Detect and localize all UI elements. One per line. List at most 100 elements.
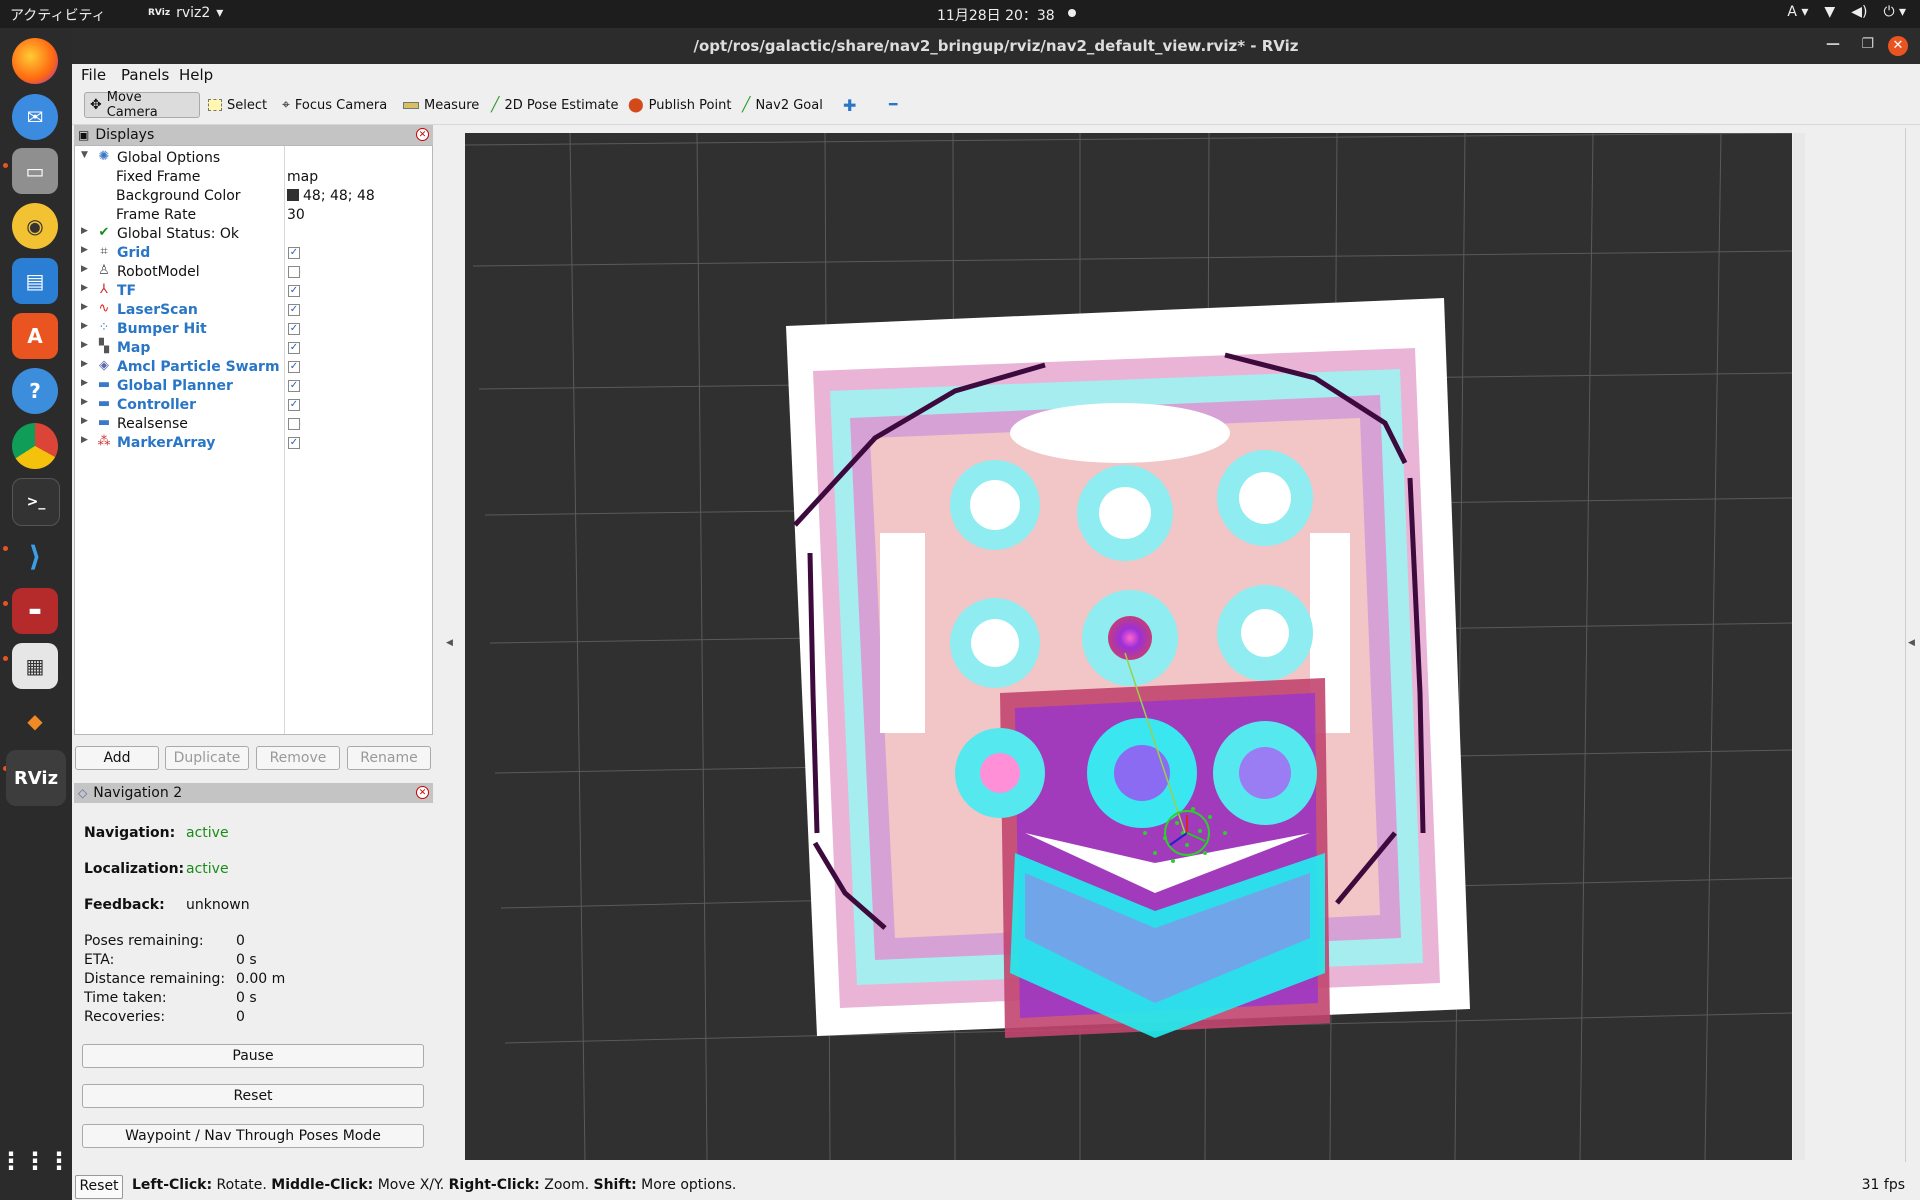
activities-button[interactable]: アクティビティ [10,5,106,25]
tree-row-grid[interactable]: ▶ ⌗ Grid ✓ [75,244,432,263]
tree-row-bumper-hit[interactable]: ▶ ⁘ Bumper Hit ✓ [75,320,432,339]
pause-button[interactable]: Pause [82,1044,424,1068]
writer-icon[interactable]: ▤ [12,258,58,304]
wifi-icon: ▼ [1824,4,1836,20]
render-viewport[interactable] [465,133,1792,1160]
navigation-close-icon[interactable]: ✕ [416,786,429,799]
amcl-particle-swarm-checkbox[interactable]: ✓ [288,361,300,373]
pose-estimate-tool[interactable]: ╱ 2D Pose Estimate [486,92,624,118]
tree-row-realsense[interactable]: ▶ ▬ Realsense [75,415,432,434]
measure-tool[interactable]: Measure [398,92,484,118]
tree-row-tf[interactable]: ▶ ⅄ TF ✓ [75,282,432,301]
localization-status: active [186,861,229,877]
tree-row-map[interactable]: ▶ ▚ Map ✓ [75,339,432,358]
left-dock-splitter[interactable]: ◀ [438,128,464,1162]
app-menu[interactable]: RViz rviz2 ▾ [148,5,223,21]
rename-display-button[interactable]: Rename [347,746,431,770]
tree-row-robotmodel[interactable]: ▶ ♙ RobotModel [75,263,432,282]
add-display-button[interactable]: Add [75,746,159,770]
laserscan-checkbox[interactable]: ✓ [288,304,300,316]
vscode-icon[interactable]: ⟩ [12,533,58,579]
map-checkbox[interactable]: ✓ [288,342,300,354]
focus-camera-tool[interactable]: ⌖ Focus Camera [277,92,392,118]
nav2-goal-tool[interactable]: ╱ Nav2 Goal [737,92,828,118]
chrome-icon[interactable] [12,423,58,469]
tree-row-global-planner[interactable]: ▶ ▬ Global Planner ✓ [75,377,432,396]
green-arrow-icon: ╱ [491,97,500,113]
distance-remaining-label: Distance remaining: [84,971,226,987]
add-tool-button[interactable]: ✚ [838,92,861,118]
viewport-scrollbar[interactable] [1793,133,1805,1160]
scene-view[interactable] [465,133,1792,1160]
tree-row-global-options[interactable]: ▼ ✺ Global Options [75,149,432,168]
duplicate-display-button[interactable]: Duplicate [165,746,249,770]
text-viewer-icon[interactable]: ▦ [12,643,58,689]
nav-reset-button[interactable]: Reset [82,1084,424,1108]
files-icon[interactable]: ▭ [12,148,58,194]
rviz-logo-icon: RViz [148,8,171,18]
global-planner-checkbox[interactable]: ✓ [288,380,300,392]
rhythmbox-icon[interactable]: ◉ [12,203,58,249]
remove-display-button[interactable]: Remove [256,746,340,770]
help-icon[interactable]: ? [12,368,58,414]
displays-close-icon[interactable]: ✕ [416,128,429,141]
thunderbird-icon[interactable]: ✉ [12,94,58,140]
tree-row-fixed-frame[interactable]: Fixed Frame map [75,168,432,187]
clock[interactable]: 11月28日 20：38 [937,5,1055,25]
robotmodel-checkbox[interactable] [288,266,300,278]
navigation-panel-header: ◇ Navigation 2 ✕ [74,783,433,803]
software-icon[interactable]: A [12,313,58,359]
tree-row-controller[interactable]: ▶ ▬ Controller ✓ [75,396,432,415]
checkmark-icon: ✔ [98,225,110,240]
tree-row-background-color[interactable]: Background Color 48; 48; 48 [75,187,432,206]
displays-tree[interactable]: ▼ ✺ Global Options Fixed Frame map Backg… [74,145,433,735]
map-pin-icon: ⬤ [628,97,644,113]
input-method-indicator[interactable]: A ▾ [1787,4,1808,20]
menu-panels[interactable]: Panels [121,66,169,84]
recoveries-label: Recoveries: [84,1009,166,1025]
eta-value: 0 s [236,952,257,968]
tree-row-amcl-particle-swarm[interactable]: ▶ ◈ Amcl Particle Swarm ✓ [75,358,432,377]
robot-icon: ♙ [98,263,110,278]
menu-help[interactable]: Help [179,66,213,84]
close-icon[interactable]: ✕ [1888,36,1908,56]
firefox-icon[interactable] [12,38,58,84]
right-dock-splitter[interactable]: ◀ [1905,128,1920,1162]
volume-icon: ◀) [1851,4,1868,20]
menu-file[interactable]: File [81,66,106,84]
terminator-icon[interactable]: ▬ [12,588,58,634]
grid-checkbox[interactable]: ✓ [288,247,300,259]
remove-tool-button[interactable]: ━ [884,92,902,118]
system-tray[interactable]: A ▾ ▼ ◀) ⏻ ▾ [1787,4,1906,20]
collapse-right-icon[interactable]: ◀ [1908,638,1915,648]
bumper-hit-checkbox[interactable]: ✓ [288,323,300,335]
maximize-icon[interactable]: ❐ [1861,36,1874,52]
tree-row-global-status[interactable]: ▶ ✔ Global Status: Ok [75,225,432,244]
blender-like-icon[interactable]: ◆ [12,698,58,744]
tree-row-markerarray[interactable]: ▶ ⁂ MarkerArray ✓ [75,434,432,453]
tree-row-laserscan[interactable]: ▶ ∿ LaserScan ✓ [75,301,432,320]
displays-panel-header: ▣ Displays ✕ [74,125,433,145]
feedback-label: Feedback: [84,897,165,913]
dock: ✉ ▭ ◉ ▤ A ? >_ ⟩ ▬ ▦ ◆ RViz ⋮⋮⋮ [0,28,72,1200]
terminal-icon[interactable]: >_ [12,478,60,526]
tf-checkbox[interactable]: ✓ [288,285,300,297]
markerarray-checkbox[interactable]: ✓ [288,437,300,449]
running-indicator [3,163,8,168]
rviz-dock-icon[interactable]: RViz [6,750,66,806]
tree-row-frame-rate[interactable]: Frame Rate 30 [75,206,432,225]
controller-checkbox[interactable]: ✓ [288,399,300,411]
realsense-checkbox[interactable] [288,418,300,430]
minimize-icon[interactable]: — [1826,36,1840,52]
select-tool[interactable]: Select [203,92,272,118]
expanded-arrow-icon[interactable]: ▼ [81,150,88,160]
localization-label: Localization: [84,861,185,877]
move-camera-tool[interactable]: ✥ Move Camera [84,90,200,120]
collapsed-arrow-icon[interactable]: ▶ [81,226,88,236]
publish-point-tool[interactable]: ⬤ Publish Point [623,92,736,118]
waypoint-mode-button[interactable]: Waypoint / Nav Through Poses Mode [82,1124,424,1148]
show-apps-icon[interactable]: ⋮⋮⋮ [0,1138,71,1184]
collapse-left-icon[interactable]: ◀ [446,638,453,648]
reset-view-button[interactable]: Reset [75,1175,123,1199]
time-taken-value: 0 s [236,990,257,1006]
